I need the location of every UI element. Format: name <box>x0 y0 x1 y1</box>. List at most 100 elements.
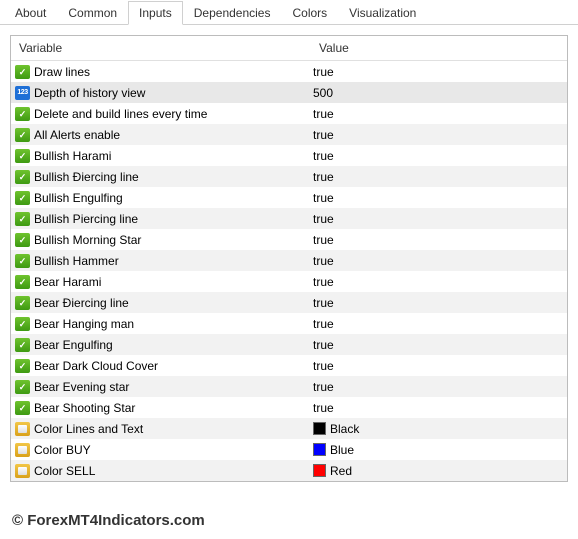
value-text: true <box>313 65 334 79</box>
value-text: true <box>313 380 334 394</box>
cell-variable: Color Lines and Text <box>15 422 311 436</box>
cell-value[interactable]: true <box>311 212 567 226</box>
column-header-value[interactable]: Value <box>311 36 567 60</box>
value-text: true <box>313 212 334 226</box>
inputs-panel: Variable Value ✓ Draw lines true 123Depth o… <box>0 25 578 539</box>
cell-value[interactable]: true <box>311 317 567 331</box>
cell-value[interactable]: Blue <box>311 443 567 457</box>
cell-value[interactable]: true <box>311 275 567 289</box>
cell-value[interactable]: true <box>311 128 567 142</box>
grid-row[interactable]: Color BUYBlue <box>11 439 567 460</box>
variable-name: Delete and build lines every time <box>34 107 207 121</box>
grid-row[interactable]: ✓Draw linestrue <box>11 61 567 82</box>
bool-icon: ✓ <box>15 338 30 352</box>
cell-variable: Color BUY <box>15 443 311 457</box>
value-text: Black <box>330 422 359 436</box>
cell-value[interactable]: 500 <box>311 86 567 100</box>
variable-name: Color SELL <box>34 464 95 478</box>
bool-icon: ✓ <box>15 128 30 142</box>
value-text: true <box>313 170 334 184</box>
grid-row[interactable]: ✓Bear Haramitrue <box>11 271 567 292</box>
variable-name: Bear Dark Cloud Cover <box>34 359 158 373</box>
variable-name: Bear Evening star <box>34 380 129 394</box>
grid-row[interactable]: ✓ Delete and build lines every time true <box>11 103 567 124</box>
grid-row[interactable]: 123Depth of history view500 <box>11 82 567 103</box>
grid-row[interactable]: ✓Bullish Piercing linetrue <box>11 208 567 229</box>
value-text: true <box>313 338 334 352</box>
column-header-variable[interactable]: Variable <box>11 36 311 60</box>
cell-variable: ✓ Bear Engulfing <box>15 338 311 352</box>
cell-variable: ✓ Bear Dark Cloud Cover <box>15 359 311 373</box>
cell-value[interactable]: true <box>311 233 567 247</box>
bool-icon: ✓ <box>15 317 30 331</box>
cell-value[interactable]: true <box>311 107 567 121</box>
bool-icon: ✓ <box>15 296 30 310</box>
color-swatch <box>313 443 326 456</box>
value-text: true <box>313 359 334 373</box>
cell-value[interactable]: true <box>311 359 567 373</box>
cell-value[interactable]: true <box>311 338 567 352</box>
bool-icon: ✓ <box>15 380 30 394</box>
variable-name: Bear Điercing line <box>34 296 129 310</box>
cell-value[interactable]: true <box>311 401 567 415</box>
cell-value[interactable]: Red <box>311 464 567 478</box>
variable-name: Bear Engulfing <box>34 338 113 352</box>
color-swatch <box>313 422 326 435</box>
grid-row[interactable]: ✓Bullish Morning Startrue <box>11 229 567 250</box>
cell-variable: ✓Bullish Piercing line <box>15 212 311 226</box>
tab-visualization[interactable]: Visualization <box>338 1 427 25</box>
tab-common[interactable]: Common <box>57 1 128 25</box>
tab-about[interactable]: About <box>4 1 57 25</box>
grid-row[interactable]: ✓Bullish Điercing linetrue <box>11 166 567 187</box>
grid-row[interactable]: ✓ Bear Evening star true <box>11 376 567 397</box>
variable-name: Bullish Engulfing <box>34 191 123 205</box>
variable-name: Draw lines <box>34 65 90 79</box>
variable-name: Bear Harami <box>34 275 101 289</box>
grid-row[interactable]: Color SELL Red <box>11 460 567 481</box>
value-text: true <box>313 191 334 205</box>
grid-row[interactable]: ✓ Bear Điercing line true <box>11 292 567 313</box>
cell-value[interactable]: true <box>311 380 567 394</box>
grid-row[interactable]: ✓Bullish Engulfingtrue <box>11 187 567 208</box>
variable-name: Bear Hanging man <box>34 317 134 331</box>
variable-name: All Alerts enable <box>34 128 120 142</box>
bool-icon: ✓ <box>15 359 30 373</box>
tab-bar: AboutCommonInputsDependenciesColorsVisua… <box>0 0 578 25</box>
value-text: true <box>313 107 334 121</box>
grid-row[interactable]: ✓ Bear Engulfing true <box>11 334 567 355</box>
grid-row[interactable]: Color Lines and Text Black <box>11 418 567 439</box>
integer-icon: 123 <box>15 86 30 100</box>
value-text: 500 <box>313 86 333 100</box>
cell-value[interactable]: Black <box>311 422 567 436</box>
color-icon <box>15 464 30 478</box>
grid-row[interactable]: ✓ Bear Dark Cloud Cover true <box>11 355 567 376</box>
bool-icon: ✓ <box>15 170 30 184</box>
value-text: true <box>313 128 334 142</box>
cell-variable: ✓ Delete and build lines every time <box>15 107 311 121</box>
grid-row[interactable]: ✓ All Alerts enable true <box>11 124 567 145</box>
cell-value[interactable]: true <box>311 170 567 184</box>
cell-variable: ✓Bear Shooting Star <box>15 401 311 415</box>
grid-row[interactable]: ✓Bullish Hammertrue <box>11 250 567 271</box>
cell-value[interactable]: true <box>311 254 567 268</box>
cell-value[interactable]: true <box>311 65 567 79</box>
value-text: true <box>313 233 334 247</box>
inputs-grid: Variable Value ✓ Draw lines true 123Depth o… <box>10 35 568 482</box>
variable-name: Bullish Morning Star <box>34 233 141 247</box>
tab-dependencies[interactable]: Dependencies <box>183 1 282 25</box>
cell-value[interactable]: true <box>311 191 567 205</box>
value-text: true <box>313 275 334 289</box>
grid-row[interactable]: ✓Bear Shooting Startrue <box>11 397 567 418</box>
tab-colors[interactable]: Colors <box>281 1 338 25</box>
variable-name: Bear Shooting Star <box>34 401 135 415</box>
color-icon <box>15 422 30 436</box>
cell-value[interactable]: true <box>311 296 567 310</box>
bool-icon: ✓ <box>15 107 30 121</box>
cell-variable: ✓Bullish Hammer <box>15 254 311 268</box>
cell-variable: ✓ All Alerts enable <box>15 128 311 142</box>
tab-inputs[interactable]: Inputs <box>128 1 183 25</box>
grid-row[interactable]: ✓ Bear Hanging man true <box>11 313 567 334</box>
grid-row[interactable]: ✓Bullish Haramitrue <box>11 145 567 166</box>
cell-value[interactable]: true <box>311 149 567 163</box>
cell-variable: ✓Bullish Điercing line <box>15 170 311 184</box>
